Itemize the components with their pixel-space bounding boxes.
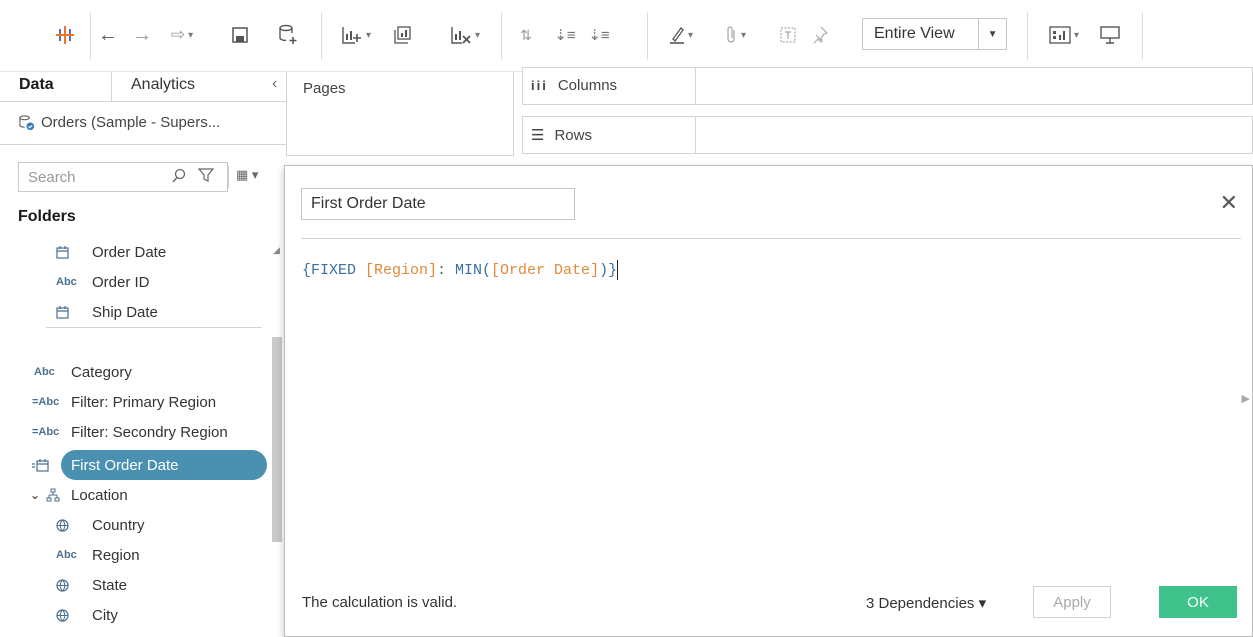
calc-name-input[interactable] bbox=[301, 188, 575, 220]
calc-calendar-icon bbox=[32, 458, 71, 472]
field-order-id[interactable]: Abc Order ID bbox=[56, 270, 150, 294]
field-first-order-date[interactable]: First Order Date bbox=[32, 453, 179, 477]
redo-icon[interactable]: ⇨ ▾ bbox=[162, 20, 202, 50]
validation-status: The calculation is valid. bbox=[302, 594, 458, 611]
field-country[interactable]: Country bbox=[56, 513, 145, 537]
apply-button[interactable]: Apply bbox=[1033, 586, 1111, 618]
highlight-icon[interactable]: ▾ bbox=[660, 20, 702, 50]
formula-function: : MIN( bbox=[437, 261, 492, 279]
expand-panel-icon[interactable]: ▶ bbox=[1242, 392, 1250, 405]
field-label: Region bbox=[92, 546, 140, 564]
formula-field-ref: [Order Date] bbox=[491, 261, 600, 279]
formula-field-ref: [Region] bbox=[365, 261, 438, 279]
close-icon[interactable]: ✕ bbox=[1220, 190, 1238, 216]
sort-desc-icon[interactable]: ⇣≡ bbox=[587, 20, 611, 50]
data-pane: Data Analytics ‹ Orders (Sample - Supers… bbox=[0, 72, 286, 637]
field-category[interactable]: Abc Category bbox=[34, 360, 132, 384]
formula-close: )} bbox=[599, 261, 618, 279]
columns-label: Columns bbox=[557, 77, 618, 94]
calc-abc-icon: =Abc bbox=[32, 396, 60, 408]
rows-icon: ☰ bbox=[531, 127, 545, 144]
field-label: Filter: Primary Region bbox=[71, 393, 217, 411]
field-filter-primary-region[interactable]: =Abc Filter: Primary Region bbox=[32, 390, 216, 414]
save-icon[interactable] bbox=[228, 20, 252, 50]
abc-icon: Abc bbox=[34, 366, 55, 378]
rows-shelf[interactable]: ☰ Rows bbox=[522, 116, 1253, 154]
abc-icon: Abc bbox=[56, 549, 77, 561]
calc-abc-icon: =Abc bbox=[32, 426, 60, 438]
columns-shelf[interactable]: iii Columns bbox=[522, 67, 1253, 105]
swap-icon[interactable]: ⇅ bbox=[514, 20, 538, 50]
chevron-down-icon: ▼ bbox=[978, 19, 1006, 49]
tableau-workspace: ← → ⇨ ▾ ▾ ▾ ⇅ ⇣≡ ⇣≡ ▾ ▾ Entire View ▼ ▾ … bbox=[0, 0, 1253, 637]
globe-icon bbox=[56, 608, 92, 622]
presentation-icon[interactable] bbox=[1096, 20, 1124, 50]
new-worksheet-icon[interactable]: ▾ bbox=[333, 20, 379, 50]
tab-data[interactable]: Data bbox=[19, 76, 54, 94]
field-region[interactable]: Abc Region bbox=[56, 543, 140, 567]
filter-icon[interactable] bbox=[197, 167, 215, 187]
datasource-icon bbox=[19, 115, 35, 131]
text-cursor bbox=[617, 260, 619, 280]
sort-asc-icon[interactable]: ⇣≡ bbox=[553, 20, 577, 50]
clear-sheet-icon[interactable]: ▾ bbox=[442, 20, 488, 50]
calendar-icon bbox=[56, 245, 92, 259]
show-me-icon[interactable]: ▾ bbox=[1040, 20, 1088, 50]
columns-icon: iii bbox=[531, 78, 548, 93]
toolbar: ← → ⇨ ▾ ▾ ▾ ⇅ ⇣≡ ⇣≡ ▾ ▾ Entire View ▼ ▾ bbox=[0, 0, 1253, 72]
search-input[interactable] bbox=[18, 162, 228, 192]
attach-icon[interactable]: ▾ bbox=[714, 20, 756, 50]
field-label: Filter: Secondry Region bbox=[71, 423, 228, 441]
field-order-date[interactable]: Order Date bbox=[56, 240, 166, 264]
field-filter-secondry-region[interactable]: =Abc Filter: Secondry Region bbox=[32, 420, 228, 444]
label-icon[interactable] bbox=[776, 20, 800, 50]
datasource-name: Orders (Sample - Supers... bbox=[41, 114, 221, 131]
ok-button[interactable]: OK bbox=[1159, 586, 1237, 618]
field-state[interactable]: State bbox=[56, 573, 127, 597]
field-city[interactable]: City bbox=[56, 603, 118, 627]
field-label: First Order Date bbox=[71, 456, 179, 474]
scroll-up-icon[interactable]: ◢ bbox=[273, 245, 280, 256]
rows-label: Rows bbox=[554, 126, 592, 144]
pages-shelf[interactable]: Pages bbox=[286, 72, 514, 156]
back-icon[interactable]: ← bbox=[96, 20, 120, 50]
fit-view-select[interactable]: Entire View ▼ bbox=[862, 18, 1007, 50]
formula-editor[interactable]: {FIXED [Region]: MIN([Order Date])} bbox=[302, 260, 619, 280]
folders-heading: Folders bbox=[18, 208, 76, 225]
field-ship-date[interactable]: Ship Date bbox=[56, 300, 158, 324]
tableau-logo-icon[interactable] bbox=[52, 20, 78, 50]
field-label: Ship Date bbox=[92, 303, 158, 321]
pane-scrollbar[interactable] bbox=[272, 337, 282, 542]
pages-label: Pages bbox=[303, 80, 346, 97]
duplicate-sheet-icon[interactable] bbox=[390, 20, 414, 50]
hierarchy-icon: ⌄ bbox=[30, 488, 71, 502]
datasource-item[interactable]: Orders (Sample - Supers... bbox=[18, 114, 220, 131]
field-label: Country bbox=[92, 516, 145, 534]
field-label: Order ID bbox=[92, 273, 150, 291]
field-location[interactable]: ⌄ Location bbox=[30, 483, 128, 507]
globe-icon bbox=[56, 518, 92, 532]
field-label: State bbox=[92, 576, 128, 594]
view-options-icon[interactable]: ▦ ▾ bbox=[236, 167, 258, 183]
dependencies-dropdown[interactable]: 3 Dependencies ▾ bbox=[866, 594, 986, 612]
field-label: Location bbox=[71, 486, 128, 504]
formula-keyword: {FIXED bbox=[302, 261, 366, 279]
pin-icon[interactable] bbox=[808, 20, 832, 50]
field-label: City bbox=[92, 606, 118, 624]
field-label: Category bbox=[71, 363, 132, 381]
collapse-pane-icon[interactable]: ‹ bbox=[272, 75, 277, 93]
globe-icon bbox=[56, 578, 92, 592]
abc-icon: Abc bbox=[56, 276, 77, 288]
tab-analytics[interactable]: Analytics bbox=[131, 76, 195, 94]
pane-tabs: Data Analytics ‹ bbox=[0, 72, 286, 102]
fit-view-value: Entire View bbox=[874, 25, 955, 42]
forward-icon[interactable]: → bbox=[130, 20, 154, 50]
new-datasource-icon[interactable] bbox=[276, 20, 300, 50]
calendar-icon bbox=[56, 305, 92, 319]
field-label: Order Date bbox=[92, 243, 167, 261]
calculation-editor: ✕ {FIXED [Region]: MIN([Order Date])} ▶ … bbox=[284, 165, 1253, 637]
search-icon[interactable] bbox=[172, 168, 186, 188]
